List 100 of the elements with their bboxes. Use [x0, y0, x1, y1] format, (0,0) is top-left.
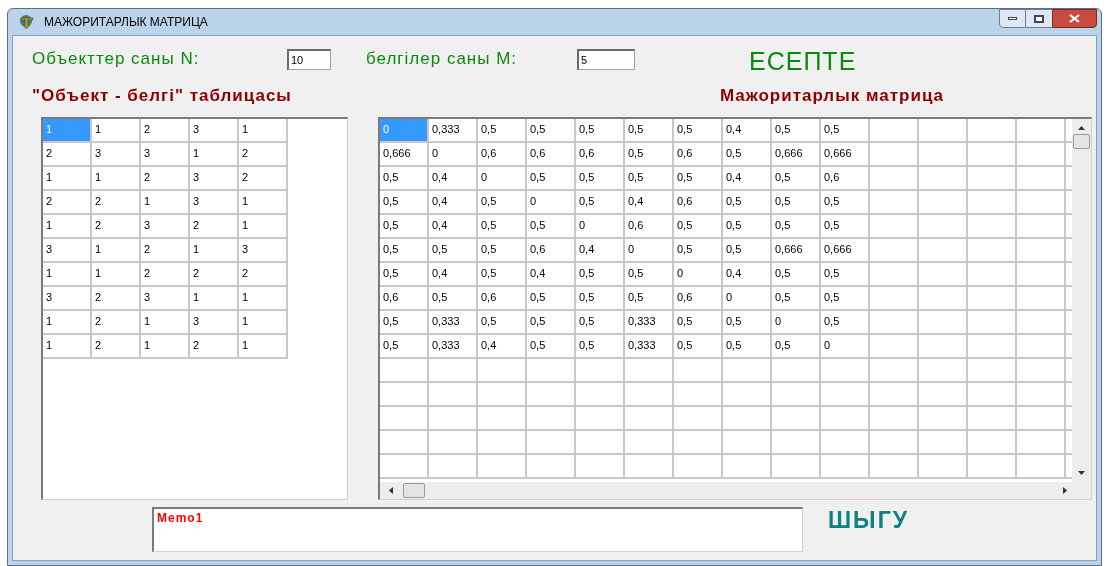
table-cell[interactable]: 0 — [674, 263, 723, 287]
table-cell[interactable]: 2 — [92, 215, 141, 239]
table-cell[interactable]: 1 — [239, 191, 288, 215]
table-cell[interactable]: 0,5 — [576, 119, 625, 143]
table-cell[interactable]: 2 — [43, 191, 92, 215]
table-cell[interactable]: 0,6 — [380, 287, 429, 311]
table-cell[interactable]: 1 — [141, 311, 190, 335]
table-cell[interactable]: 1 — [43, 167, 92, 191]
table-cell[interactable]: 0,5 — [478, 191, 527, 215]
table-cell[interactable]: 0,5 — [821, 119, 870, 143]
table-cell[interactable]: 0,5 — [576, 311, 625, 335]
table-cell[interactable]: 1 — [43, 263, 92, 287]
table-cell[interactable]: 0,4 — [723, 119, 772, 143]
table-cell[interactable]: 1 — [239, 335, 288, 359]
table-cell[interactable]: 0,6 — [674, 287, 723, 311]
table-cell[interactable]: 2 — [141, 239, 190, 263]
table-cell[interactable]: 0,5 — [380, 263, 429, 287]
table-cell[interactable]: 0,4 — [429, 191, 478, 215]
table-cell[interactable]: 3 — [92, 143, 141, 167]
table-cell[interactable]: 0,4 — [478, 335, 527, 359]
table-cell[interactable]: 0,6 — [478, 287, 527, 311]
table-cell[interactable]: 0,5 — [527, 287, 576, 311]
table-cell[interactable]: 0,5 — [821, 311, 870, 335]
table-cell[interactable]: 0 — [429, 143, 478, 167]
table-cell[interactable]: 0,5 — [674, 167, 723, 191]
table-cell[interactable]: 0,5 — [674, 335, 723, 359]
table-cell[interactable]: 0,5 — [772, 167, 821, 191]
table-cell[interactable]: 1 — [141, 191, 190, 215]
table-cell[interactable]: 2 — [141, 119, 190, 143]
table-cell[interactable]: 1 — [92, 119, 141, 143]
table-cell[interactable]: 0,5 — [821, 287, 870, 311]
table-cell[interactable]: 0,666 — [821, 239, 870, 263]
table-cell[interactable]: 0,5 — [625, 143, 674, 167]
table-cell[interactable]: 0,333 — [625, 311, 674, 335]
table-cell[interactable]: 0,4 — [429, 263, 478, 287]
table-cell[interactable]: 0,5 — [380, 239, 429, 263]
table-cell[interactable]: 2 — [239, 263, 288, 287]
table-cell[interactable]: 2 — [92, 287, 141, 311]
table-cell[interactable]: 0,5 — [527, 215, 576, 239]
table-cell[interactable]: 3 — [190, 191, 239, 215]
table-cell[interactable]: 0,4 — [625, 191, 674, 215]
table-cell[interactable]: 0,5 — [527, 335, 576, 359]
table-cell[interactable]: 0,5 — [625, 167, 674, 191]
table-cell[interactable]: 3 — [141, 215, 190, 239]
exit-button[interactable]: ШЫГУ — [828, 509, 909, 532]
table-cell[interactable]: 0,6 — [478, 143, 527, 167]
table-cell[interactable]: 0,5 — [821, 215, 870, 239]
table-cell[interactable]: 1 — [92, 239, 141, 263]
table-cell[interactable]: 0,5 — [527, 311, 576, 335]
table-cell[interactable]: 0,5 — [429, 287, 478, 311]
table-cell[interactable]: 0,666 — [380, 143, 429, 167]
table-cell[interactable]: 0,4 — [723, 167, 772, 191]
table-cell[interactable]: 2 — [190, 335, 239, 359]
table-cell[interactable]: 1 — [190, 239, 239, 263]
table-cell[interactable]: 0,666 — [821, 143, 870, 167]
table-cell[interactable]: 0,5 — [576, 167, 625, 191]
table-cell[interactable]: 0,5 — [380, 167, 429, 191]
table-cell[interactable]: 0,5 — [772, 215, 821, 239]
table-cell[interactable]: 2 — [141, 167, 190, 191]
table-cell[interactable]: 1 — [141, 335, 190, 359]
table-cell[interactable]: 0,5 — [478, 311, 527, 335]
table-cell[interactable]: 0,5 — [625, 119, 674, 143]
table-cell[interactable]: 0,5 — [674, 239, 723, 263]
table-cell[interactable]: 0,5 — [478, 263, 527, 287]
table-cell[interactable]: 0 — [821, 335, 870, 359]
table-cell[interactable]: 3 — [239, 239, 288, 263]
table-cell[interactable]: 3 — [190, 167, 239, 191]
table-cell[interactable]: 3 — [141, 287, 190, 311]
table-cell[interactable]: 1 — [239, 311, 288, 335]
table-cell[interactable]: 1 — [92, 263, 141, 287]
table-cell[interactable]: 0,5 — [527, 167, 576, 191]
table-cell[interactable]: 0,6 — [674, 191, 723, 215]
table-cell[interactable]: 0,5 — [723, 311, 772, 335]
table-cell[interactable]: 0,5 — [772, 191, 821, 215]
table-cell[interactable]: 0,6 — [527, 143, 576, 167]
table-cell[interactable]: 2 — [92, 191, 141, 215]
table-cell[interactable]: 0 — [625, 239, 674, 263]
table-cell[interactable]: 0,5 — [772, 335, 821, 359]
features-count-field[interactable]: 5 — [577, 48, 635, 70]
table-cell[interactable]: 0,5 — [625, 263, 674, 287]
table-cell[interactable]: 3 — [43, 287, 92, 311]
table-cell[interactable]: 0,5 — [674, 311, 723, 335]
table-cell[interactable]: 0,5 — [576, 335, 625, 359]
table-cell[interactable]: 1 — [43, 335, 92, 359]
table-cell[interactable]: 0,4 — [723, 263, 772, 287]
table-cell[interactable]: 1 — [43, 215, 92, 239]
table-cell[interactable]: 0,5 — [527, 119, 576, 143]
table-cell[interactable]: 0,5 — [821, 263, 870, 287]
table-cell[interactable]: 0,5 — [478, 215, 527, 239]
table-cell[interactable]: 0,5 — [380, 215, 429, 239]
objects-count-field[interactable]: 10 — [287, 48, 331, 70]
table-cell[interactable]: 0,5 — [674, 215, 723, 239]
table-cell[interactable]: 0,6 — [576, 143, 625, 167]
memo-field[interactable]: Memo1 — [152, 507, 803, 552]
table-cell[interactable]: 0,4 — [576, 239, 625, 263]
table-cell[interactable]: 2 — [43, 143, 92, 167]
table-cell[interactable]: 0,333 — [429, 335, 478, 359]
table-cell[interactable]: 0,333 — [429, 119, 478, 143]
table-cell[interactable]: 0,5 — [380, 335, 429, 359]
table-cell[interactable]: 1 — [43, 311, 92, 335]
